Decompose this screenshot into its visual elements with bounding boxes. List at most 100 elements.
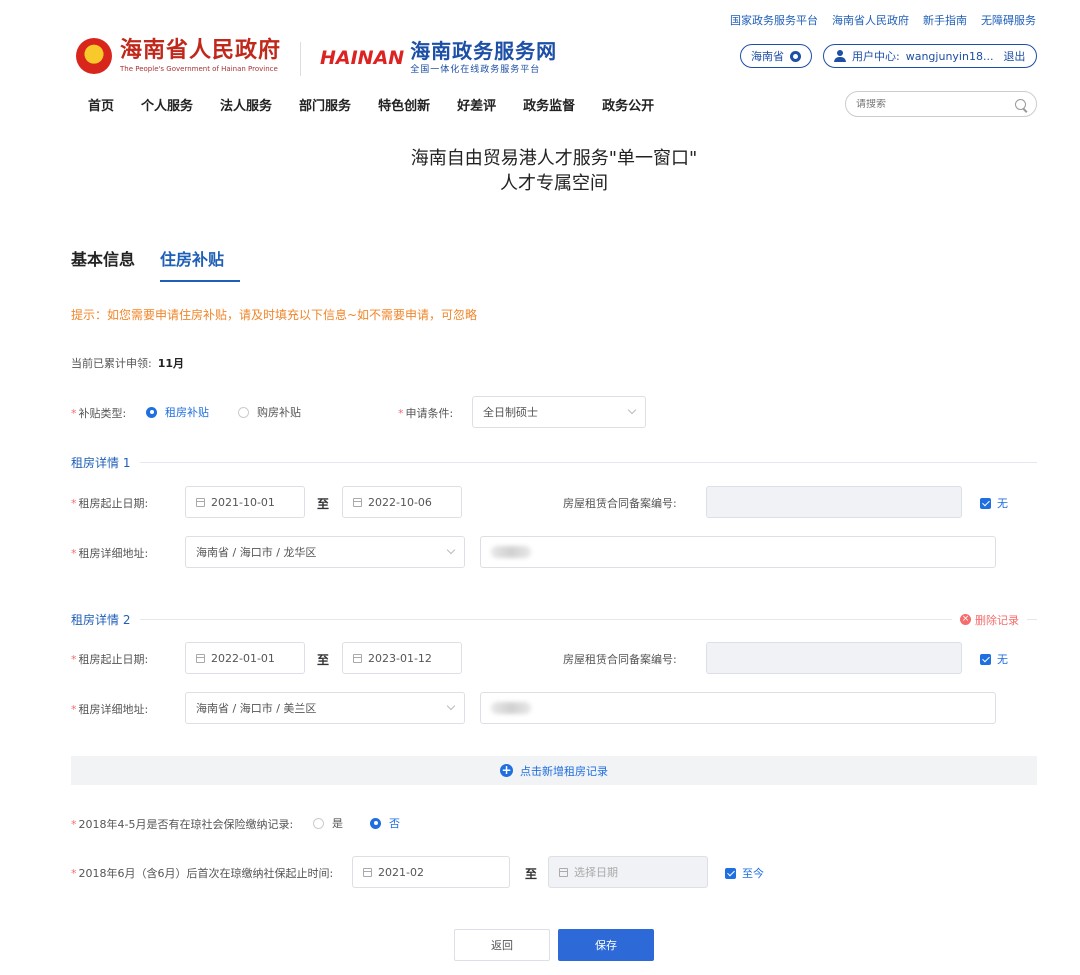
record-1-title: 租房详情 1 bbox=[71, 456, 131, 470]
search-box[interactable] bbox=[845, 91, 1037, 117]
radio-unchecked-icon bbox=[238, 406, 249, 418]
until-now-checkbox[interactable]: 至今 bbox=[725, 865, 764, 881]
subsidy-type-label: * 补贴类型: bbox=[71, 407, 127, 420]
service-logo[interactable]: HAINAN 海南政务服务网 全国一体化在线政务服务平台 bbox=[320, 40, 557, 75]
logout-link[interactable]: 退出 bbox=[1003, 48, 1025, 64]
user-center[interactable]: 用户中心: wangjunyin18... 退出 bbox=[823, 44, 1037, 68]
hint-text: 提示：如您需要申请住房补贴，请及时填充以下信息~如不需要申请，可忽略 bbox=[71, 308, 478, 322]
first-pay-start-date[interactable]: 2021-02 bbox=[352, 856, 510, 888]
back-button[interactable]: 返回 bbox=[454, 929, 550, 961]
record-1-end-date[interactable]: 2022-10-06 bbox=[342, 486, 462, 518]
gov-logo[interactable]: 海南省人民政府 The People's Government of Haina… bbox=[76, 38, 281, 74]
record-1-header: 租房详情 1 bbox=[71, 454, 1037, 471]
checkbox-checked-icon bbox=[725, 867, 736, 879]
top-link-guide[interactable]: 新手指南 bbox=[923, 12, 967, 28]
radio-buy-subsidy[interactable]: 购房补贴 bbox=[238, 404, 301, 420]
record-1-none-checkbox[interactable]: 无 bbox=[980, 495, 1008, 511]
calendar-icon bbox=[353, 497, 362, 507]
add-rental-record-button[interactable]: + 点击新增租房记录 bbox=[71, 756, 1037, 785]
redacted-address bbox=[491, 702, 531, 714]
record-1-start-date[interactable]: 2021-10-01 bbox=[185, 486, 305, 518]
page-title: 海南自由贸易港人才服务"单一窗口" 人才专属空间 bbox=[410, 148, 698, 194]
accumulated-count-value: 11月 bbox=[157, 357, 185, 370]
hainan-brand-logo: HAINAN bbox=[320, 46, 405, 69]
nav-legal-services[interactable]: 法人服务 bbox=[220, 95, 272, 114]
condition-select[interactable]: 全日制硕士 bbox=[472, 396, 646, 428]
region-selector[interactable]: 海南省 bbox=[740, 44, 812, 68]
record-1-to: 至 bbox=[317, 497, 330, 511]
service-subtitle: 全国一体化在线政务服务平台 bbox=[410, 65, 541, 75]
record-1-address-input[interactable] bbox=[480, 536, 996, 568]
main-nav: 首页 个人服务 法人服务 部门服务 特色创新 好差评 政务监督 政务公开 bbox=[88, 95, 654, 114]
radio-insurance-no[interactable]: 否 bbox=[370, 815, 400, 831]
calendar-icon bbox=[196, 653, 205, 663]
active-tab-indicator bbox=[160, 280, 240, 282]
nav-innovation[interactable]: 特色创新 bbox=[378, 95, 430, 114]
national-emblem-icon bbox=[76, 38, 112, 74]
record-1-address-label: * 租房详细地址: bbox=[71, 547, 149, 560]
first-pay-to: 至 bbox=[525, 867, 538, 881]
first-pay-label: * 2018年6月（含6月）后首次在琼缴纳社保起止时间: bbox=[71, 867, 334, 880]
radio-checked-icon bbox=[370, 817, 381, 829]
record-2-to: 至 bbox=[317, 653, 330, 667]
delete-record-button[interactable]: × 删除记录 bbox=[960, 612, 1037, 628]
social-insurance-label: * 2018年4-5月是否有在琼社会保险缴纳记录: bbox=[71, 818, 294, 831]
calendar-icon bbox=[353, 653, 362, 663]
record-2-contract-label: 房屋租赁合同备案编号: bbox=[563, 653, 677, 666]
calendar-icon bbox=[196, 497, 205, 507]
gov-title: 海南省人民政府 bbox=[120, 38, 282, 63]
record-2-none-checkbox[interactable]: 无 bbox=[980, 651, 1008, 667]
checkbox-checked-icon bbox=[980, 497, 991, 509]
nav-department-services[interactable]: 部门服务 bbox=[299, 95, 351, 114]
tab-basic-info[interactable]: 基本信息 bbox=[71, 246, 135, 270]
chevron-down-icon bbox=[446, 701, 456, 711]
condition-label: * 申请条件: bbox=[398, 407, 454, 420]
nav-evaluation[interactable]: 好差评 bbox=[457, 95, 496, 114]
calendar-icon bbox=[363, 867, 372, 877]
gov-subtitle: The People's Government of Hainan Provin… bbox=[120, 65, 278, 73]
record-2-address-label: * 租房详细地址: bbox=[71, 703, 149, 716]
tab-housing-subsidy[interactable]: 住房补贴 bbox=[160, 246, 224, 270]
calendar-icon bbox=[559, 867, 568, 877]
first-pay-end-date: 选择日期 bbox=[548, 856, 708, 888]
record-1-contract-input bbox=[706, 486, 962, 518]
search-icon[interactable] bbox=[1015, 98, 1026, 110]
record-2-contract-input bbox=[706, 642, 962, 674]
redacted-address bbox=[491, 546, 531, 558]
nav-public-affairs[interactable]: 政务公开 bbox=[602, 95, 654, 114]
chevron-down-icon bbox=[627, 405, 637, 415]
record-2-region-select[interactable]: 海南省 / 海口市 / 美兰区 bbox=[185, 692, 465, 724]
top-link-provincial-gov[interactable]: 海南省人民政府 bbox=[832, 12, 909, 28]
checkbox-checked-icon bbox=[980, 653, 991, 665]
top-link-national-platform[interactable]: 国家政务服务平台 bbox=[730, 12, 818, 28]
radio-rent-subsidy[interactable]: 租房补贴 bbox=[146, 404, 209, 420]
record-2-address-input[interactable] bbox=[480, 692, 996, 724]
username[interactable]: wangjunyin18... bbox=[906, 50, 994, 63]
top-links: 国家政务服务平台 海南省人民政府 新手指南 无障碍服务 bbox=[730, 12, 1036, 28]
record-2-end-date[interactable]: 2023-01-12 bbox=[342, 642, 462, 674]
accumulated-count: 当前已累计申领: 11月 bbox=[71, 357, 185, 370]
region-label: 海南省 bbox=[751, 50, 784, 63]
save-button[interactable]: 保存 bbox=[558, 929, 654, 961]
record-1-region-select[interactable]: 海南省 / 海口市 / 龙华区 bbox=[185, 536, 465, 568]
header-divider bbox=[300, 42, 301, 76]
record-2-header: 租房详情 2 × 删除记录 bbox=[71, 611, 1037, 628]
radio-insurance-yes[interactable]: 是 bbox=[313, 815, 343, 831]
search-input[interactable] bbox=[856, 98, 1015, 110]
nav-home[interactable]: 首页 bbox=[88, 95, 114, 114]
record-2-title: 租房详情 2 bbox=[71, 613, 131, 627]
close-circle-icon: × bbox=[960, 614, 971, 625]
record-2-date-label: * 租房起止日期: bbox=[71, 653, 149, 666]
top-link-accessibility[interactable]: 无障碍服务 bbox=[981, 12, 1036, 28]
record-1-contract-label: 房屋租赁合同备案编号: bbox=[563, 497, 677, 510]
radio-checked-icon bbox=[146, 406, 157, 418]
radio-unchecked-icon bbox=[313, 817, 324, 829]
plus-circle-icon: + bbox=[500, 763, 513, 777]
record-1-date-label: * 租房起止日期: bbox=[71, 497, 149, 510]
nav-supervision[interactable]: 政务监督 bbox=[523, 95, 575, 114]
nav-personal-services[interactable]: 个人服务 bbox=[141, 95, 193, 114]
user-center-label: 用户中心: bbox=[852, 50, 900, 63]
service-title: 海南政务服务网 bbox=[410, 39, 558, 63]
record-2-start-date[interactable]: 2022-01-01 bbox=[185, 642, 305, 674]
user-icon bbox=[834, 50, 846, 62]
